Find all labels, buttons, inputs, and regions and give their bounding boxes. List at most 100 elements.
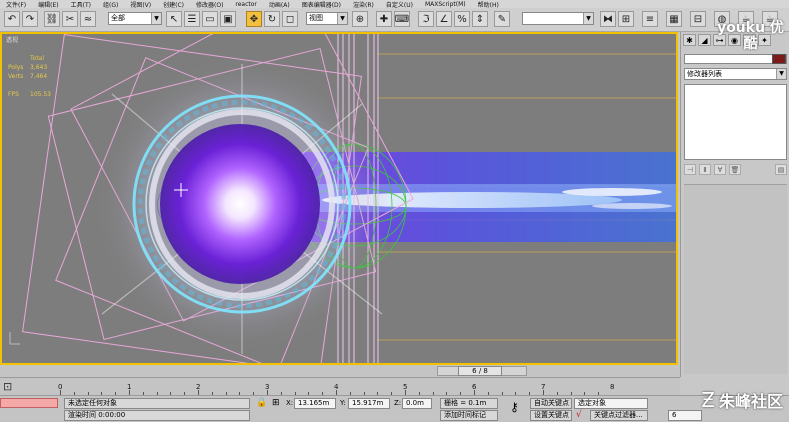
window-crossing-icon[interactable]: ▣ — [220, 11, 236, 27]
curve-editor-icon[interactable]: ▦ — [666, 11, 682, 27]
parameters-rollout — [684, 184, 787, 374]
pivot-center-icon[interactable]: ⊕ — [352, 11, 368, 27]
key-mode-dropdown[interactable]: 选定对象 — [574, 398, 648, 409]
menu-item[interactable]: 帮助(H) — [472, 0, 505, 9]
unlink-icon[interactable]: ✂ — [62, 11, 78, 27]
show-end-result-icon[interactable]: Ⅱ — [699, 164, 711, 175]
fps-label: FPS — [8, 91, 19, 98]
selection-status: 未选定任何对象 — [64, 398, 250, 409]
edit-named-sets-icon[interactable]: ✎ — [494, 11, 510, 27]
mirror-icon[interactable]: ⧓ — [600, 11, 616, 27]
menu-item[interactable]: 修改器(O) — [190, 0, 229, 9]
snap-toggle-icon[interactable]: ℑ — [418, 11, 434, 27]
viewport-label[interactable]: 透视 — [6, 35, 18, 44]
grid-size-display: 栅格 = 0.1m — [440, 398, 498, 409]
viewport-scene — [9, 34, 676, 363]
community-watermark: Ƶ 朱峰社区 — [654, 378, 789, 422]
mini-curve-editor-icon[interactable]: ⊡ — [3, 380, 12, 393]
absolute-mode-icon[interactable]: ⊞ — [272, 398, 280, 409]
create-tab-icon[interactable]: ✱ — [683, 34, 696, 46]
key-filters-button[interactable]: 关键点过滤器... — [590, 410, 648, 421]
verts-value: 7,464 — [30, 73, 48, 80]
key-icon[interactable]: ⚷ — [510, 401, 519, 413]
menu-item[interactable]: 自定义(U) — [380, 0, 419, 9]
select-object-icon[interactable]: ↖ — [166, 11, 182, 27]
menu-item[interactable]: 视图(V) — [124, 0, 157, 9]
menu-item[interactable]: 组(G) — [97, 0, 124, 9]
z-label: Z: — [394, 399, 402, 407]
polys-label: Polys — [8, 64, 24, 71]
maxscript-mini-listener[interactable] — [0, 410, 58, 420]
angle-snap-icon[interactable]: ∠ — [436, 11, 452, 27]
main-toolbar: ↶ ↷ ⛓ ✂ ≈ 全部 ▼ ↖ ☰ ▭ ▣ ✥ ↻ ◻ 视图 ▼ ⊕ ✚ ⌨ … — [0, 8, 789, 32]
keyboard-shortcut-icon[interactable]: ⌨ — [394, 11, 410, 27]
rect-selection-icon[interactable]: ▭ — [202, 11, 218, 27]
energy-core — [160, 124, 320, 284]
menu-item[interactable]: 动画(A) — [263, 0, 296, 9]
select-rotate-icon[interactable]: ↻ — [264, 11, 280, 27]
selection-lock-icon[interactable]: 🔒 — [256, 398, 267, 409]
community-watermark-text: 朱峰社区 — [718, 392, 783, 411]
prompt-line: 渲染时间 0:00:00 — [64, 410, 250, 421]
chevron-down-icon: ▼ — [337, 13, 347, 24]
add-time-tag-button[interactable]: 添加时间标记 — [440, 410, 498, 421]
schematic-view-icon[interactable]: ⊟ — [690, 11, 706, 27]
modify-tab-icon[interactable]: ◢ — [698, 34, 711, 46]
configure-sets-icon[interactable]: ▤ — [775, 164, 787, 175]
modifier-list-dropdown[interactable]: 修改器列表 ▼ — [684, 68, 787, 80]
spinner-snap-icon[interactable]: ⇕ — [472, 11, 488, 27]
selection-filter-dropdown[interactable]: 全部 ▼ — [108, 12, 162, 25]
menu-item[interactable]: 图表编辑器(D) — [296, 0, 347, 9]
menu-item[interactable]: MAXScript(M) — [419, 1, 472, 8]
named-selection-dropdown[interactable]: ▼ — [522, 12, 594, 25]
menu-item[interactable]: 编辑(E) — [32, 0, 64, 9]
y-coordinate-field[interactable]: 15.917m — [348, 398, 390, 409]
y-label: Y: — [340, 399, 346, 407]
x-label: X: — [286, 399, 294, 407]
coord-system-value: 视图 — [309, 14, 323, 22]
youku-watermark: youku 优酷 — [717, 20, 784, 52]
polys-value: 3,643 — [30, 64, 48, 71]
make-unique-icon[interactable]: ∀ — [714, 164, 726, 175]
chevron-down-icon: ▼ — [151, 13, 161, 24]
stats-header: Total — [30, 55, 45, 62]
undo-icon[interactable]: ↶ — [4, 11, 20, 27]
remove-modifier-icon[interactable]: 🗑 — [729, 164, 741, 175]
chevron-down-icon: ▼ — [583, 13, 593, 24]
verts-label: Verts — [8, 73, 24, 80]
set-key-button[interactable]: 设置关键点 — [530, 410, 572, 421]
maxscript-listener[interactable] — [0, 398, 58, 408]
modifier-list-label: 修改器列表 — [687, 70, 722, 78]
reference-coord-dropdown[interactable]: 视图 ▼ — [306, 12, 348, 25]
menu-item[interactable]: 渲染(R) — [347, 0, 380, 9]
object-color-swatch[interactable] — [772, 54, 786, 64]
auto-key-button[interactable]: 自动关键点 — [530, 398, 572, 409]
menu-item[interactable]: reactor — [229, 1, 263, 8]
time-slider: 6 / 8 — [0, 365, 680, 377]
key-filter-icon[interactable]: √ — [576, 410, 582, 421]
redo-icon[interactable]: ↷ — [22, 11, 38, 27]
z-coordinate-field[interactable]: 0.0m — [402, 398, 432, 409]
track-bar[interactable]: ⊡ 012345678 — [0, 377, 680, 395]
modifier-stack[interactable] — [684, 84, 787, 160]
perspective-viewport[interactable]: 透视 Total Polys 3,643 Verts 7,464 FPS 105.53 — [0, 32, 678, 365]
percent-snap-icon[interactable]: % — [454, 11, 470, 27]
menu-item[interactable]: 工具(T) — [65, 0, 97, 9]
command-panel: ✱ ◢ ⊶ ◉ ▭ ✦ 修改器列表 ▼ ⊣ Ⅱ ∀ 🗑 ▤ — [680, 32, 789, 377]
time-slider-thumb[interactable]: 6 / 8 — [458, 366, 502, 376]
menu-bar: 文件(F) 编辑(E) 工具(T) 组(G) 视图(V) 创建(C) 修改器(O) react… — [0, 0, 789, 8]
align-icon[interactable]: ⊞ — [618, 11, 634, 27]
menu-item[interactable]: 文件(F) — [0, 0, 32, 9]
select-by-name-icon[interactable]: ☰ — [184, 11, 200, 27]
select-scale-icon[interactable]: ◻ — [282, 11, 298, 27]
x-coordinate-field[interactable]: 13.165m — [294, 398, 336, 409]
menu-item[interactable]: 创建(C) — [157, 0, 190, 9]
bind-space-warp-icon[interactable]: ≈ — [80, 11, 96, 27]
select-link-icon[interactable]: ⛓ — [44, 11, 60, 27]
select-move-icon[interactable]: ✥ — [246, 11, 262, 27]
viewport-statistics: Total Polys 3,643 Verts 7,464 FPS 105.53 — [8, 54, 60, 99]
chevron-down-icon: ▼ — [776, 69, 786, 79]
layer-manager-icon[interactable]: ≡ — [642, 11, 658, 27]
select-manipulate-icon[interactable]: ✚ — [376, 11, 392, 27]
pin-stack-icon[interactable]: ⊣ — [684, 164, 696, 175]
